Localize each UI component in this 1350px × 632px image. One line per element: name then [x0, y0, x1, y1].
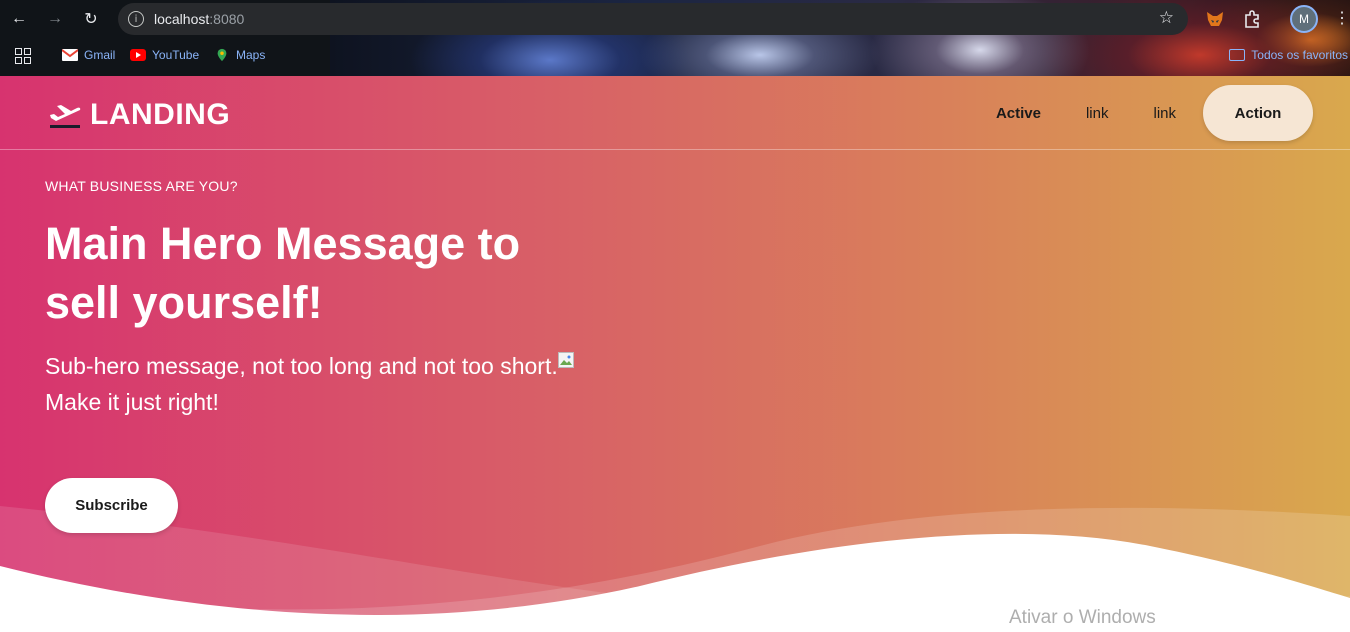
- maps-icon: [217, 48, 227, 62]
- youtube-icon: [130, 49, 146, 61]
- nav-link-2[interactable]: link: [1153, 105, 1176, 122]
- site-header: LANDING Active link link Action: [0, 76, 1350, 150]
- back-icon[interactable]: ←: [8, 8, 30, 30]
- reload-icon[interactable]: ↻: [80, 8, 102, 30]
- profile-avatar[interactable]: M: [1290, 5, 1318, 33]
- bookmark-youtube[interactable]: YouTube: [130, 48, 199, 62]
- browser-menu-icon[interactable]: ⋮: [1334, 8, 1350, 28]
- broken-image-icon: [557, 352, 574, 368]
- forward-icon[interactable]: →: [44, 8, 66, 30]
- browser-chrome: ← → ↻ i localhost:8080 ☆ M ⋮ Gmail YouTu…: [0, 0, 1350, 76]
- nav-active-link[interactable]: Active: [996, 105, 1041, 122]
- main-nav: Active link link Action: [996, 85, 1313, 141]
- hero-title: Main Hero Message to sell yourself!: [45, 218, 521, 328]
- address-bar[interactable]: i localhost:8080 ☆: [118, 3, 1188, 35]
- windows-activation-watermark: Ativar o Windows: [1009, 607, 1156, 628]
- bookmark-gmail[interactable]: Gmail: [62, 48, 115, 62]
- address-url[interactable]: localhost:8080: [154, 11, 244, 27]
- bookmark-maps[interactable]: Maps: [214, 48, 265, 62]
- bookmark-star-icon[interactable]: ☆: [1159, 8, 1174, 28]
- action-button[interactable]: Action: [1203, 85, 1313, 141]
- folder-icon: [1229, 49, 1246, 61]
- subscribe-button[interactable]: Subscribe: [45, 478, 178, 533]
- metamask-fox-icon[interactable]: [1205, 9, 1225, 29]
- all-bookmarks-folder[interactable]: Todos os favoritos: [1229, 48, 1348, 62]
- hero-sub-line-2: Make it just right!: [45, 389, 219, 415]
- bookmarks-bar: Gmail YouTube Maps Todos os favoritos: [0, 42, 1350, 70]
- plane-takeoff-icon: [50, 105, 81, 128]
- hero-eyebrow: WHAT BUSINESS ARE YOU?: [45, 178, 238, 194]
- hero-subtitle: Sub-hero message, not too long and not t…: [45, 348, 605, 420]
- landing-page: LANDING Active link link Action WHAT BUS…: [0, 76, 1350, 632]
- site-info-icon[interactable]: i: [128, 11, 144, 27]
- extensions-icon[interactable]: [1242, 9, 1262, 29]
- apps-grid-icon[interactable]: [15, 48, 31, 64]
- hero-sub-line-1: Sub-hero message, not too long and not t…: [45, 353, 558, 379]
- brand-logo[interactable]: LANDING: [48, 98, 230, 132]
- nav-link-1[interactable]: link: [1086, 105, 1109, 122]
- brand-name: LANDING: [90, 98, 231, 131]
- gmail-icon: [62, 49, 78, 61]
